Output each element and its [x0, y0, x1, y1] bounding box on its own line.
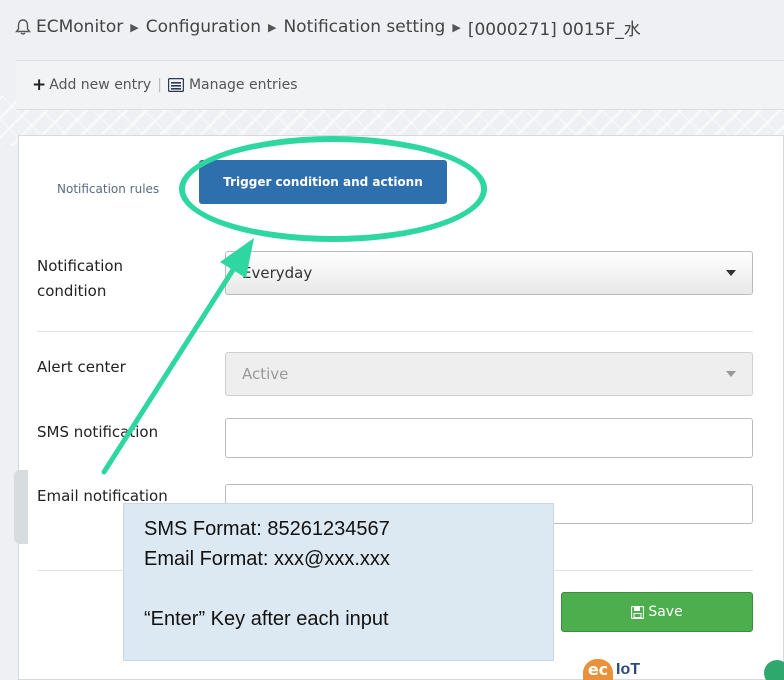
breadcrumb: ECMonitor ▶ Configuration ▶ Notification…: [14, 12, 641, 42]
alert-center-value: Active: [242, 365, 289, 383]
annotation-gap: [144, 574, 553, 604]
breadcrumb-notification-setting[interactable]: Notification setting: [283, 17, 445, 37]
notification-condition-select[interactable]: Everyday: [225, 251, 753, 295]
breadcrumb-separator-icon: ▶: [130, 20, 139, 34]
breadcrumb-separator-icon: ▶: [268, 20, 277, 34]
notification-condition-label: Notification condition: [37, 257, 124, 300]
ec-logo: ec: [583, 659, 613, 680]
format-annotation: SMS Format: 85261234567 Email Format: xx…: [123, 503, 554, 661]
form-divider: [37, 331, 753, 332]
manage-entries-label: Manage entries: [188, 77, 298, 93]
breadcrumb-configuration[interactable]: Configuration: [146, 17, 261, 37]
chevron-down-icon: [726, 371, 736, 377]
highlight-ellipse: [179, 136, 487, 242]
green-logo-icon: [764, 660, 784, 680]
list-icon: [167, 78, 184, 92]
annotation-enter-key: “Enter” Key after each input: [144, 608, 389, 630]
toolbar: + Add new entry | Manage entries: [16, 60, 784, 110]
sms-notification-label: SMS notification: [37, 423, 159, 441]
plus-icon: +: [32, 75, 47, 95]
save-icon: [631, 605, 645, 619]
save-button[interactable]: Save: [561, 592, 753, 632]
add-new-entry-button[interactable]: + Add new entry: [32, 75, 151, 95]
chevron-down-icon: [726, 270, 736, 276]
manage-entries-button[interactable]: Manage entries: [167, 77, 298, 93]
tab-notification-rules[interactable]: Notification rules: [57, 182, 159, 196]
bell-icon[interactable]: [14, 18, 32, 36]
annotation-sms-format: SMS Format: 85261234567: [144, 518, 390, 540]
toolbar-divider: |: [157, 77, 162, 93]
breadcrumb-separator-icon: ▶: [452, 20, 461, 34]
breadcrumb-ecmonitor[interactable]: ECMonitor: [36, 17, 123, 37]
alert-center-select: Active: [225, 352, 753, 396]
breadcrumb-current-entry: [0000271] 0015F_水: [467, 19, 641, 40]
iot-logo-text: IoT: [616, 661, 640, 678]
notification-condition-value: Everyday: [242, 264, 313, 282]
side-drawer-handle[interactable]: [14, 470, 28, 544]
annotation-email-format: Email Format: xxx@xxx.xxx: [144, 548, 390, 570]
sms-notification-input[interactable]: [225, 418, 753, 458]
alert-center-label: Alert center: [37, 358, 126, 376]
save-label: Save: [648, 604, 683, 620]
add-new-entry-label: Add new entry: [49, 77, 152, 93]
